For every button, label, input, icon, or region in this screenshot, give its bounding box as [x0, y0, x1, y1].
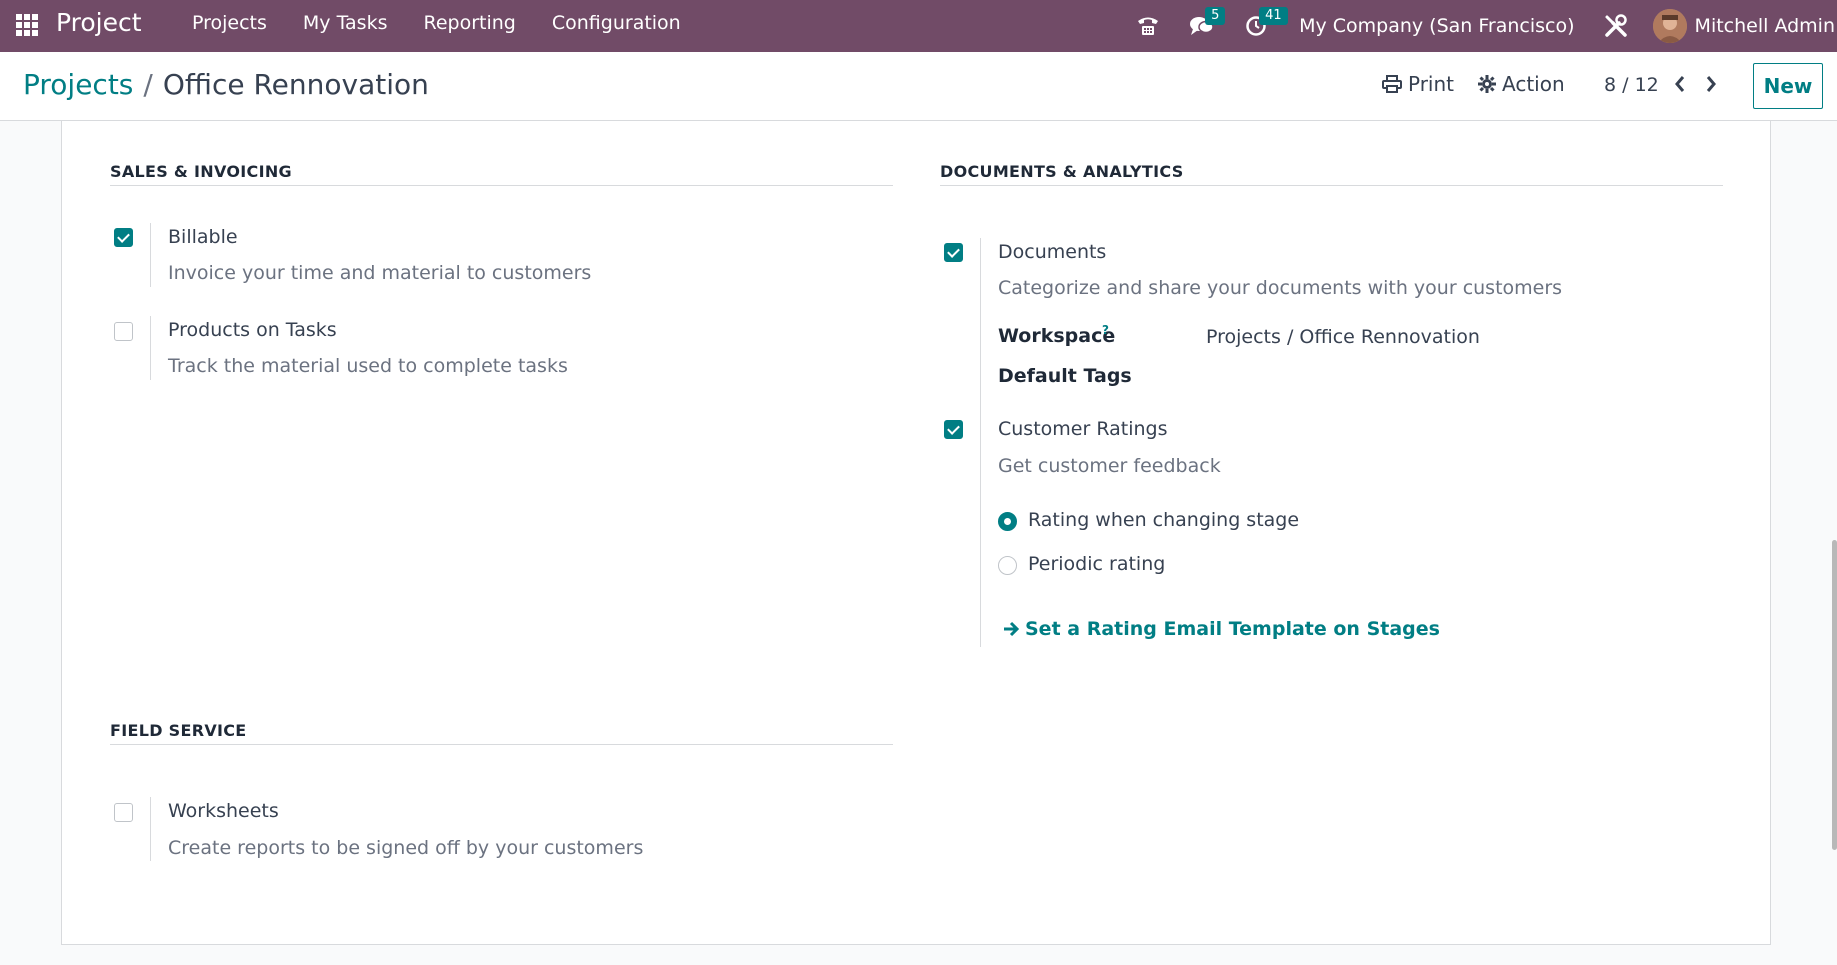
section-title-sales: SALES & INVOICING [110, 162, 292, 181]
billable-description: Invoice your time and material to custom… [168, 262, 592, 284]
section-title-documents: DOCUMENTS & ANALYTICS [940, 162, 1184, 181]
worksheets-checkbox[interactable] [114, 803, 133, 822]
documents-title: Documents [998, 241, 1107, 263]
setting-divider [980, 415, 981, 647]
arrow-right-icon [1004, 621, 1019, 637]
rating-stage-label[interactable]: Rating when changing stage [1028, 509, 1299, 531]
setting-divider [150, 797, 151, 861]
main-menu: Projects My Tasks Reporting Configuratio… [174, 12, 699, 34]
systray: 5 41 My Company (San Francisco) Mitchell… [1121, 0, 1837, 52]
section-divider [940, 185, 1723, 186]
action-button[interactable]: Action [1478, 72, 1565, 96]
workspace-label: Workspace [998, 325, 1116, 347]
customer-ratings-title: Customer Ratings [998, 418, 1168, 440]
setting-divider [150, 223, 151, 287]
apps-menu-icon[interactable] [16, 14, 38, 36]
company-switcher[interactable]: My Company (San Francisco) [1299, 15, 1574, 37]
messages-badge: 5 [1205, 7, 1226, 25]
products-on-tasks-checkbox[interactable] [114, 322, 133, 341]
tools-icon[interactable] [1601, 11, 1631, 41]
default-tags-label: Default Tags [998, 365, 1132, 387]
print-button[interactable]: Print [1382, 72, 1454, 96]
printer-icon [1382, 75, 1402, 93]
pager-value[interactable]: 8 / 12 [1604, 74, 1659, 96]
worksheets-title: Worksheets [168, 800, 279, 822]
worksheets-description: Create reports to be signed off by your … [168, 837, 644, 859]
section-title-field-service: FIELD SERVICE [110, 721, 247, 740]
billable-checkbox[interactable] [114, 228, 133, 247]
menu-item-configuration[interactable]: Configuration [534, 12, 699, 34]
breadcrumb-separator: / [143, 68, 153, 101]
menu-item-reporting[interactable]: Reporting [406, 12, 534, 34]
customer-ratings-description: Get customer feedback [998, 455, 1221, 477]
gear-icon [1478, 75, 1496, 93]
messages-icon[interactable]: 5 [1187, 7, 1226, 41]
documents-description: Categorize and share your documents with… [998, 277, 1563, 299]
top-navbar: Project Projects My Tasks Reporting Conf… [0, 0, 1837, 52]
user-avatar[interactable] [1652, 9, 1687, 43]
breadcrumb: Projects / Office Rennovation [23, 68, 429, 101]
documents-checkbox[interactable] [944, 243, 963, 262]
pager-previous-icon[interactable] [1668, 72, 1692, 96]
billable-title: Billable [168, 226, 238, 248]
periodic-rating-radio[interactable] [998, 556, 1017, 575]
periodic-rating-label[interactable]: Periodic rating [1028, 553, 1165, 575]
scrollbar-thumb[interactable] [1832, 540, 1837, 850]
action-label: Action [1502, 72, 1565, 96]
breadcrumb-current: Office Rennovation [162, 68, 429, 101]
customer-ratings-checkbox[interactable] [944, 420, 963, 439]
activities-badge: 41 [1259, 7, 1288, 25]
user-name[interactable]: Mitchell Admin [1695, 15, 1835, 37]
control-panel: Projects / Office Rennovation Print Acti… [0, 52, 1837, 121]
workspace-field[interactable]: Projects / Office Rennovation [1206, 326, 1480, 348]
products-on-tasks-title: Products on Tasks [168, 319, 337, 341]
products-on-tasks-description: Track the material used to complete task… [168, 355, 568, 377]
print-label: Print [1408, 72, 1455, 96]
menu-item-projects[interactable]: Projects [174, 12, 285, 34]
form-sheet: SALES & INVOICING Billable Invoice your … [61, 121, 1771, 945]
section-divider [110, 744, 893, 745]
section-divider [110, 185, 893, 186]
workspace-help-icon[interactable]: ? [1102, 323, 1109, 337]
menu-item-my-tasks[interactable]: My Tasks [285, 12, 406, 34]
pager-next-icon[interactable] [1699, 72, 1723, 96]
rating-stage-radio[interactable] [998, 512, 1017, 531]
setting-divider [150, 316, 151, 380]
rating-template-label: Set a Rating Email Template on Stages [1025, 618, 1440, 640]
new-button[interactable]: New [1753, 63, 1823, 109]
breadcrumb-projects[interactable]: Projects [23, 68, 133, 101]
app-name[interactable]: Project [56, 8, 142, 37]
activities-clock-icon[interactable]: 41 [1241, 7, 1288, 41]
phone-icon[interactable] [1133, 11, 1163, 41]
rating-template-link[interactable]: Set a Rating Email Template on Stages [1003, 618, 1440, 640]
